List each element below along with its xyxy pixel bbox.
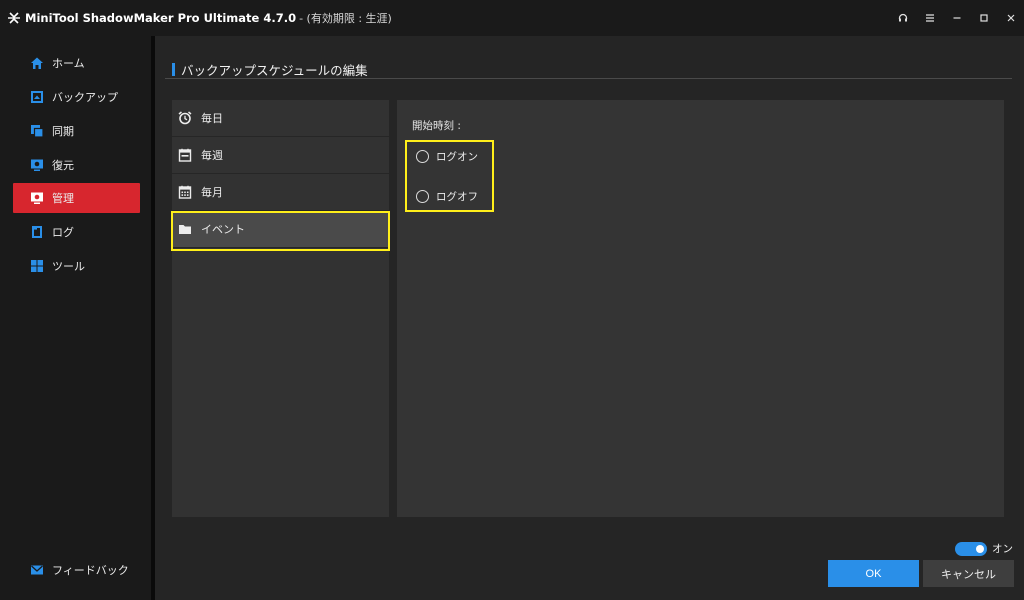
page-title-bar: バックアップスケジュールの編集 — [172, 61, 368, 78]
maximize-icon[interactable] — [970, 0, 997, 36]
sidebar-item-sync[interactable]: 同期 — [13, 116, 140, 146]
headset-icon[interactable] — [889, 0, 916, 36]
schedule-type-event[interactable]: イベント — [172, 211, 389, 248]
sidebar-item-label: 復元 — [52, 159, 74, 172]
restore-icon — [30, 158, 44, 172]
main-panel: バックアップスケジュールの編集 毎日 毎週 毎月 イベント 開始時刻: ログオ… — [155, 36, 1024, 600]
sidebar-item-restore[interactable]: 復元 — [13, 150, 140, 180]
license-text: - (有効期限 : 生涯) — [299, 12, 392, 25]
toggle-label: オン — [992, 543, 1013, 555]
sync-icon — [30, 124, 44, 138]
backup-icon — [30, 90, 44, 104]
app-title: MiniTool ShadowMaker Pro Ultimate 4.7.0 — [25, 11, 297, 25]
log-icon — [30, 225, 44, 239]
tools-icon — [30, 259, 44, 273]
radio-circle[interactable] — [416, 190, 429, 203]
manage-icon — [30, 191, 44, 205]
minimize-icon[interactable] — [943, 0, 970, 36]
schedule-type-daily[interactable]: 毎日 — [172, 100, 389, 137]
calendar-week-icon — [177, 147, 193, 163]
logon-radio[interactable]: ログオン — [416, 149, 478, 164]
folder-icon — [177, 221, 193, 237]
radio-label: ログオフ — [436, 191, 478, 203]
schedule-detail-panel: 開始時刻 : ログオン ログオフ — [397, 100, 1004, 517]
sidebar-item-label: 管理 — [52, 192, 74, 205]
calendar-month-icon — [177, 184, 193, 200]
home-icon — [30, 56, 44, 70]
sidebar-item-backup[interactable]: バックアップ — [13, 82, 140, 112]
close-icon[interactable] — [997, 0, 1024, 36]
schedule-type-label: 毎週 — [201, 149, 223, 162]
schedule-toggle[interactable]: オン — [955, 541, 1013, 556]
schedule-type-label: 毎月 — [201, 186, 223, 199]
mail-icon — [30, 563, 44, 577]
sidebar-item-log[interactable]: ログ — [13, 217, 140, 247]
sidebar-item-label: ツール — [52, 260, 85, 273]
schedule-type-weekly[interactable]: 毎週 — [172, 137, 389, 174]
page-title: バックアップスケジュールの編集 — [181, 62, 368, 78]
title-accent — [172, 62, 175, 76]
sidebar-item-manage[interactable]: 管理 — [13, 183, 140, 213]
menu-icon[interactable] — [916, 0, 943, 36]
schedule-type-monthly[interactable]: 毎月 — [172, 174, 389, 211]
toggle-switch[interactable] — [955, 541, 987, 556]
radio-circle[interactable] — [416, 150, 429, 163]
schedule-type-label: イベント — [201, 223, 245, 236]
feedback-button[interactable]: フィードバック — [13, 555, 140, 585]
sidebar: ホーム バックアップ 同期 復元 管理 ログ ツール フィードバック — [0, 36, 151, 600]
app-logo-icon — [8, 12, 20, 24]
sidebar-item-label: ログ — [52, 226, 74, 239]
title-divider — [165, 78, 1012, 79]
schedule-type-label: 毎日 — [201, 112, 223, 125]
schedule-type-list: 毎日 毎週 毎月 イベント — [172, 100, 389, 517]
sidebar-item-tools[interactable]: ツール — [13, 251, 140, 281]
toggle-knob — [976, 544, 984, 553]
alarm-clock-icon — [177, 110, 193, 126]
sidebar-item-label: バックアップ — [52, 91, 118, 104]
sidebar-item-home[interactable]: ホーム — [13, 48, 140, 78]
title-bar: MiniTool ShadowMaker Pro Ultimate 4.7.0 … — [0, 0, 1024, 36]
ok-button[interactable]: OK — [828, 560, 919, 587]
feedback-label: フィードバック — [52, 564, 129, 577]
sidebar-item-label: ホーム — [52, 57, 85, 70]
radio-label: ログオン — [436, 151, 478, 163]
cancel-button[interactable]: キャンセル — [923, 560, 1014, 587]
window-controls — [889, 0, 1024, 36]
logoff-radio[interactable]: ログオフ — [416, 189, 478, 204]
sidebar-item-label: 同期 — [52, 125, 74, 138]
start-time-label: 開始時刻 : — [412, 120, 461, 132]
